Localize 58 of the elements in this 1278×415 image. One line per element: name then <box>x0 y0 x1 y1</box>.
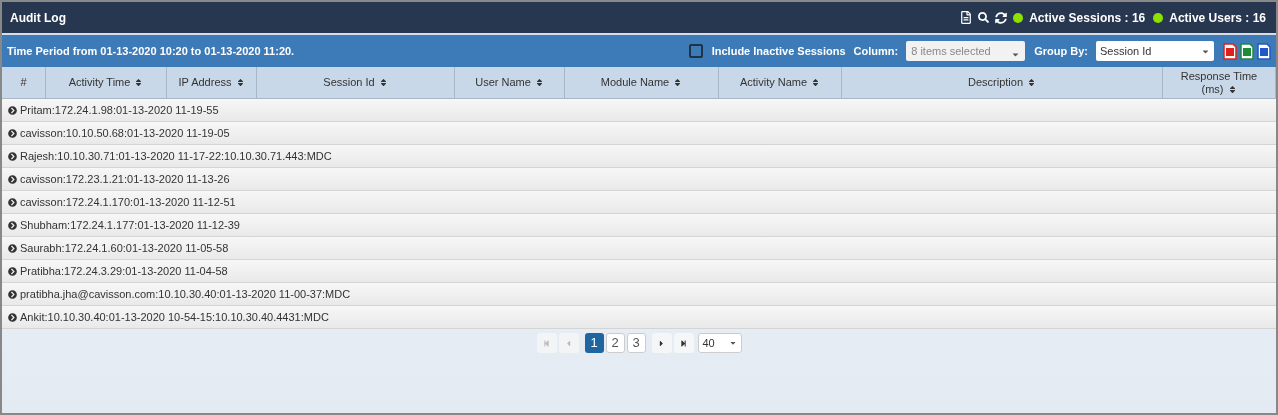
sort-icon <box>811 78 821 87</box>
sort-icon <box>235 78 245 87</box>
sort-icon <box>378 78 388 87</box>
group-row[interactable]: Pratibha:172.24.3.29:01-13-2020 11-04-58 <box>2 260 1276 283</box>
last-page-button[interactable] <box>673 333 694 353</box>
group-label: cavisson:10.10.50.68:01-13-2020 11-19-05 <box>20 125 230 141</box>
page-button[interactable]: 3 <box>626 333 646 353</box>
next-icon <box>657 338 666 348</box>
group-row[interactable]: Shubham:172.24.1.177:01-13-2020 11-12-39 <box>2 214 1276 237</box>
column-header[interactable]: Module Name <box>565 67 719 98</box>
group-row[interactable]: pratibha.jha@cavisson.com:10.10.30.40:01-13-2020 11-00-37:MDC <box>2 283 1276 306</box>
column-header[interactable]: Description <box>842 67 1163 98</box>
document-icon[interactable] <box>960 11 973 24</box>
caret-icon <box>728 339 737 347</box>
column-header[interactable]: Activity Name <box>719 67 842 98</box>
group-label: Shubham:172.24.1.177:01-13-2020 11-12-39 <box>20 217 240 233</box>
previous-icon <box>564 338 573 348</box>
column-header[interactable]: User Name <box>455 67 565 98</box>
page-button[interactable]: 1 <box>584 333 604 353</box>
group-row[interactable]: Rajesh:10.10.30.71:01-13-2020 11-17-22:10.10.30.71.443:MDC <box>2 145 1276 168</box>
group-row[interactable]: cavisson:172.24.1.170:01-13-2020 11-12-51 <box>2 191 1276 214</box>
group-label: Saurabh:172.24.1.60:01-13-2020 11-05-58 <box>20 240 229 256</box>
first-page-icon <box>543 339 550 347</box>
group-row[interactable]: cavisson:172.23.1.21:01-13-2020 11-13-26 <box>2 168 1276 191</box>
group-row[interactable]: Saurabh:172.24.1.60:01-13-2020 11-05-58 <box>2 237 1276 260</box>
group-label: cavisson:172.23.1.21:01-13-2020 11-13-26 <box>20 171 230 187</box>
group-by-dropdown[interactable]: Session Id <box>1096 41 1214 61</box>
column-header[interactable]: Session Id <box>257 67 455 98</box>
column-header[interactable]: Response Time (ms) <box>1163 67 1276 98</box>
sort-icon <box>1027 78 1036 87</box>
time-period-text: Time Period from 01-13-2020 10:20 to 01-13-2020 11:20. <box>7 43 295 59</box>
page-size-dropdown[interactable]: 40 <box>697 333 742 353</box>
group-label: Rajesh:10.10.30.71:01-13-2020 11-17-22:10.10.30.71.443:MDC <box>20 148 332 164</box>
column-header[interactable]: IP Address <box>167 67 257 98</box>
group-label: Pritam:172.24.1.98:01-13-2020 11-19-55 <box>20 102 219 118</box>
column-label: Column: <box>853 43 899 59</box>
group-label: cavisson:172.24.1.170:01-13-2020 11-12-51 <box>20 194 236 210</box>
refresh-icon[interactable] <box>995 11 1008 24</box>
sort-icon <box>134 78 144 87</box>
page-button[interactable]: 2 <box>605 333 625 353</box>
stat-label: Active Users : 16 <box>1169 9 1266 27</box>
sort-icon <box>534 78 544 87</box>
checkbox-label: Include Inactive Sessions <box>711 43 846 59</box>
group-row[interactable]: cavisson:10.10.50.68:01-13-2020 11-19-05 <box>2 122 1276 145</box>
group-row[interactable]: Ankit:10.10.30.40:01-13-2020 10-54-15:10.10.30.40.4431:MDC <box>2 306 1276 329</box>
column-header[interactable]: Activity Time <box>46 67 167 98</box>
group-row[interactable]: Pritam:172.24.1.98:01-13-2020 11-19-55 <box>2 99 1276 122</box>
stat-label: Active Sessions : 16 <box>1029 9 1146 27</box>
group-label: Ankit:10.10.30.40:01-13-2020 10-54-15:10.10.30.40.4431:MDC <box>20 309 329 325</box>
search-icon[interactable] <box>978 12 990 23</box>
window-title: Audit Log <box>10 9 66 27</box>
group-by-label: Group By: <box>1034 43 1088 59</box>
sort-icon <box>1227 84 1237 94</box>
sort-icon <box>673 78 683 87</box>
group-label: pratibha.jha@cavisson.com:10.10.30.40:01-13-2020 11-00-37:MDC <box>20 286 351 302</box>
group-label: Pratibha:172.24.3.29:01-13-2020 11-04-58 <box>20 263 228 279</box>
last-page-icon <box>680 339 687 347</box>
column-header[interactable]: # <box>2 67 46 98</box>
